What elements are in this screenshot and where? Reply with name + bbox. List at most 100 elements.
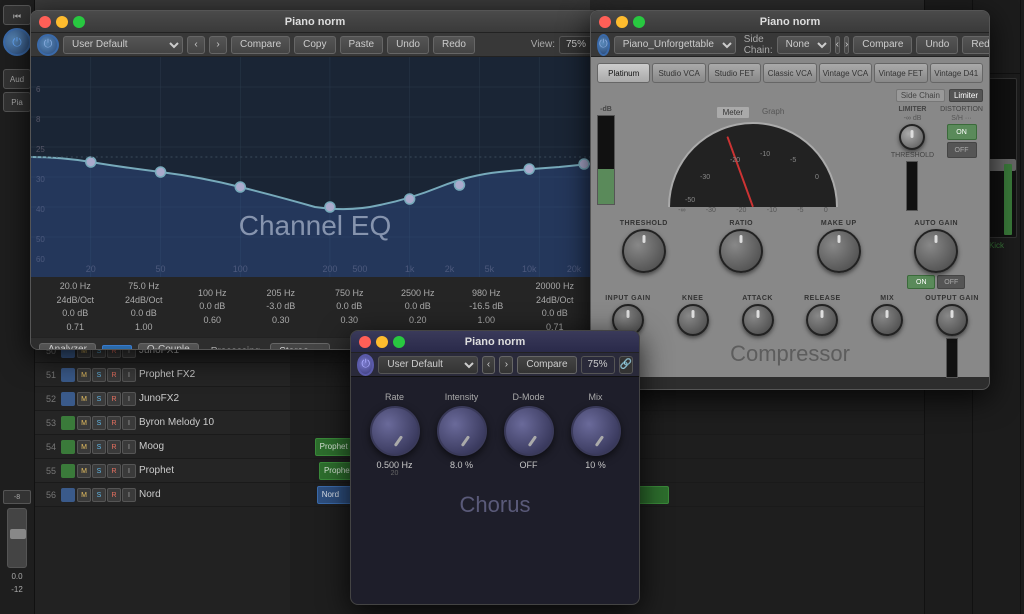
analyzer-type-btn[interactable]: pink — [102, 345, 132, 351]
comp-close-btn[interactable] — [599, 16, 611, 28]
track-row[interactable]: 55 M S R I Prophet — [35, 459, 290, 483]
comp-type-studio-vca[interactable]: Studio VCA — [652, 63, 705, 83]
eq-nav-fwd[interactable]: › — [209, 36, 227, 54]
autogain-knob[interactable] — [914, 229, 958, 273]
input-btn[interactable]: I — [122, 392, 136, 406]
comp-nav-back[interactable]: ‹ — [835, 36, 840, 54]
input-btn[interactable]: I — [122, 416, 136, 430]
chorus-dmode-knob[interactable] — [504, 406, 554, 456]
record-btn[interactable]: R — [107, 392, 121, 406]
chorus-link-btn[interactable]: 🔗 — [619, 356, 633, 374]
solo-btn[interactable]: S — [92, 488, 106, 502]
record-btn[interactable]: R — [107, 464, 121, 478]
fader[interactable] — [7, 508, 27, 568]
autogain-off[interactable]: OFF — [937, 275, 965, 289]
autogain-on[interactable]: ON — [907, 275, 935, 289]
eq-nav-back[interactable]: ‹ — [187, 36, 205, 54]
mute-btn[interactable]: M — [77, 416, 91, 430]
solo-btn[interactable]: S — [92, 368, 106, 382]
attack-knob[interactable] — [742, 304, 774, 336]
chorus-close-btn[interactable] — [359, 336, 371, 348]
graph-tab[interactable]: Graph — [756, 106, 790, 119]
input-btn[interactable]: I — [122, 440, 136, 454]
record-btn[interactable]: R — [107, 440, 121, 454]
comp-type-classic-vca[interactable]: Classic VCA — [763, 63, 816, 83]
solo-btn[interactable]: S — [92, 416, 106, 430]
eq-view-value[interactable]: 75% — [559, 36, 593, 54]
record-btn[interactable]: R — [107, 488, 121, 502]
release-knob[interactable] — [806, 304, 838, 336]
comp-undo-btn[interactable]: Undo — [916, 36, 958, 54]
comp-preset-select[interactable]: Piano_Unforgettable — [614, 36, 736, 54]
record-btn[interactable]: R — [107, 416, 121, 430]
record-btn[interactable]: R — [107, 368, 121, 382]
limiter-knob[interactable] — [899, 124, 925, 150]
chorus-nav-fwd[interactable]: › — [499, 356, 513, 374]
eq-close-btn[interactable] — [39, 16, 51, 28]
comp-compare-btn[interactable]: Compare — [853, 36, 912, 54]
chorus-intensity-knob[interactable] — [437, 406, 487, 456]
input-btn[interactable]: I — [122, 488, 136, 502]
chorus-power-btn[interactable]: ⏻ — [357, 354, 374, 376]
eq-max-btn[interactable] — [73, 16, 85, 28]
track-row[interactable]: 51 M S R I Prophet FX2 — [35, 363, 290, 387]
power-button-left[interactable]: ⏻ — [3, 28, 31, 56]
eq-power-btn[interactable]: ⏻ — [37, 34, 59, 56]
mute-btn[interactable]: M — [77, 368, 91, 382]
eq-preset-select[interactable]: User Default — [63, 36, 183, 54]
chorus-compare-btn[interactable]: Compare — [517, 356, 576, 374]
comp-type-vintage-opto[interactable]: Vintage D41 — [930, 63, 983, 83]
output-gain-knob[interactable] — [936, 304, 968, 336]
mute-btn[interactable]: M — [77, 488, 91, 502]
comp-type-studio-fet[interactable]: Studio FET — [708, 63, 761, 83]
eq-display[interactable]: 20 50 100 200 500 1k 2k 5k 10k 20k 6 8 2… — [31, 57, 599, 277]
input-btn[interactable]: I — [122, 464, 136, 478]
sidebar-piano[interactable]: Pia — [3, 92, 31, 112]
q-couple-btn[interactable]: Q-Couple — [138, 343, 199, 351]
sidebar-minus[interactable]: -8 — [3, 490, 31, 504]
chorus-preset-select[interactable]: User Default — [378, 356, 477, 374]
eq-paste-btn[interactable]: Paste — [340, 36, 384, 54]
makeup-knob[interactable] — [817, 229, 861, 273]
limiter-btn[interactable]: Limiter — [949, 89, 983, 102]
solo-btn[interactable]: S — [92, 440, 106, 454]
mute-btn[interactable]: M — [77, 464, 91, 478]
eq-compare-btn[interactable]: Compare — [231, 36, 290, 54]
comp-nav-fwd[interactable]: › — [844, 36, 849, 54]
comp-type-platinum[interactable]: Platinum — [597, 63, 650, 83]
knee-knob[interactable] — [677, 304, 709, 336]
comp-min-btn[interactable] — [616, 16, 628, 28]
input-btn[interactable]: I — [122, 368, 136, 382]
sidebar-btn-1[interactable]: ⏮ — [3, 5, 31, 25]
solo-btn[interactable]: S — [92, 392, 106, 406]
chorus-view-value[interactable]: 75% — [581, 356, 615, 374]
solo-btn[interactable]: S — [92, 464, 106, 478]
processing-mode-select[interactable]: Stereo — [270, 343, 330, 351]
track-row[interactable]: 56 M S R I Nord — [35, 483, 290, 507]
distortion-on-btn[interactable]: ON — [947, 124, 977, 140]
chorus-rate-knob[interactable] — [370, 406, 420, 456]
side-chain-select[interactable]: None — [777, 36, 831, 54]
ratio-knob[interactable] — [719, 229, 763, 273]
distortion-off-btn[interactable]: OFF — [947, 142, 977, 158]
eq-redo-btn[interactable]: Redo — [433, 36, 475, 54]
eq-min-btn[interactable] — [56, 16, 68, 28]
comp-power-btn[interactable]: ⏻ — [597, 34, 610, 56]
chorus-mix-knob[interactable] — [571, 406, 621, 456]
mute-btn[interactable]: M — [77, 392, 91, 406]
side-chain-btn[interactable]: Side Chain — [896, 89, 945, 102]
comp-max-btn[interactable] — [633, 16, 645, 28]
threshold-knob[interactable] — [622, 229, 666, 273]
analyzer-btn[interactable]: Analyzer — [39, 343, 96, 351]
track-row[interactable]: 53 M S R I Byron Melody 10 — [35, 411, 290, 435]
chorus-max-btn[interactable] — [393, 336, 405, 348]
chorus-nav-back[interactable]: ‹ — [482, 356, 496, 374]
track-row[interactable]: 52 M S R I JunoFX2 — [35, 387, 290, 411]
comp-type-vintage-fet[interactable]: Vintage FET — [874, 63, 927, 83]
comp-type-vintage-vca[interactable]: Vintage VCA — [819, 63, 872, 83]
comp-redo-btn[interactable]: Redo — [962, 36, 990, 54]
meter-tab[interactable]: Meter — [716, 106, 750, 119]
sidebar-undo[interactable]: Aud — [3, 69, 31, 89]
mute-btn[interactable]: M — [77, 440, 91, 454]
eq-copy-btn[interactable]: Copy — [294, 36, 335, 54]
